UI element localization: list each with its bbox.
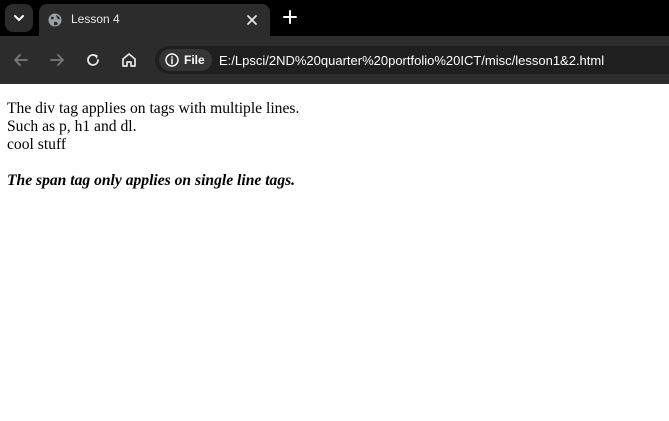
div-block: The div tag applies on tags with multipl…	[7, 100, 299, 154]
scheme-chip-label: File	[184, 53, 205, 67]
text-line: The div tag applies on tags with multipl…	[7, 100, 300, 117]
close-icon[interactable]	[245, 13, 259, 27]
home-icon[interactable]	[120, 51, 138, 69]
info-icon	[165, 53, 179, 67]
tab-strip: Lesson 4	[0, 0, 669, 36]
new-tab-plus-icon[interactable]	[282, 9, 298, 25]
globe-icon	[48, 13, 62, 27]
forward-icon[interactable]	[48, 51, 66, 69]
browser-toolbar: File E:/Lpsci/2ND%20quarter%20portfolio%…	[0, 36, 669, 84]
span-text: The span tag only applies on single line…	[7, 172, 296, 189]
back-icon[interactable]	[12, 51, 30, 69]
page-content: The div tag applies on tags with multipl…	[7, 100, 299, 190]
active-tab[interactable]: Lesson 4	[39, 4, 270, 36]
address-bar[interactable]: File E:/Lpsci/2ND%20quarter%20portfolio%…	[155, 46, 669, 74]
tab-search-button[interactable]	[5, 4, 33, 32]
site-info-chip[interactable]: File	[159, 49, 212, 71]
reload-icon[interactable]	[84, 51, 102, 69]
url-text[interactable]: E:/Lpsci/2ND%20quarter%20portfolio%20ICT…	[219, 53, 604, 68]
text-line: cool stuff	[7, 136, 67, 153]
chevron-down-icon	[14, 15, 24, 22]
text-line: Such as p, h1 and dl.	[7, 118, 137, 135]
tab-title: Lesson 4	[71, 12, 120, 26]
